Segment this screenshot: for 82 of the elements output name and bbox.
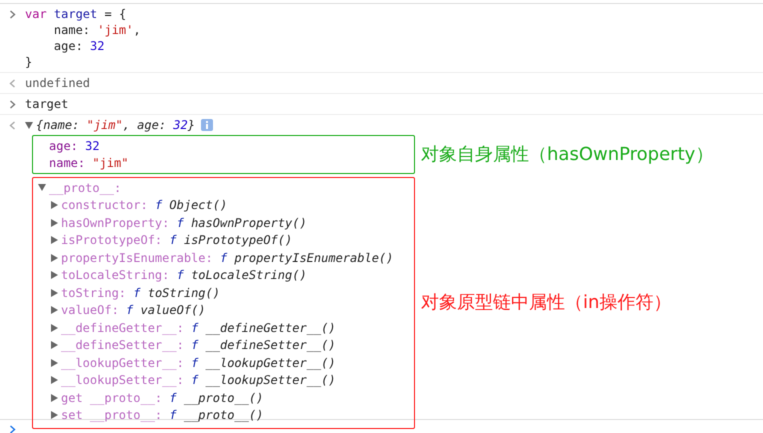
function-mark: f — [154, 198, 162, 212]
code-token: , — [133, 23, 141, 37]
function-mark: f — [220, 250, 228, 265]
property-key: __proto__: — [49, 180, 122, 195]
function-mark: f — [191, 356, 198, 370]
property-value: "jim" — [92, 156, 128, 170]
collapsed-triangle-icon[interactable] — [51, 324, 58, 332]
collapsed-triangle-icon[interactable] — [51, 271, 58, 280]
property-key: age: — [49, 138, 78, 153]
function-mark: f — [176, 216, 184, 230]
code-token: 32 — [173, 118, 188, 132]
expanded-triangle-icon[interactable] — [25, 122, 33, 128]
annotation-label: 对象自身属性（hasOwnProperty） — [421, 142, 714, 166]
property-key: isPrototypeOf: — [61, 233, 162, 248]
function-mark: f — [191, 320, 198, 335]
code-token: = { — [103, 7, 126, 21]
code-token: age: — [52, 39, 84, 53]
code-token: } — [25, 55, 32, 69]
collapsed-triangle-icon[interactable] — [51, 376, 58, 384]
code-token: var — [25, 7, 48, 21]
prompt-chevron-icon — [9, 100, 16, 108]
result-chevron-icon — [9, 120, 16, 130]
function-value: toString() — [148, 286, 220, 300]
code-token: target — [54, 7, 98, 21]
property-value: 32 — [85, 138, 100, 153]
expanded-triangle-icon[interactable] — [38, 184, 46, 192]
code-token: {name: — [36, 118, 80, 132]
collapsed-triangle-icon[interactable] — [51, 218, 58, 227]
property-key: hasOwnProperty: — [61, 216, 170, 230]
prompt-chevron-icon — [9, 424, 16, 433]
collapsed-triangle-icon[interactable] — [51, 288, 58, 297]
function-mark: f — [169, 390, 177, 405]
property-key: toLocaleString: — [61, 268, 170, 282]
collapsed-triangle-icon[interactable] — [51, 201, 58, 210]
function-mark: f — [191, 373, 198, 388]
function-value: __lookupSetter__() — [206, 373, 336, 388]
function-value: __proto__() — [184, 408, 264, 422]
code-token: "jim" — [86, 118, 123, 132]
collapsed-triangle-icon[interactable] — [51, 254, 58, 262]
collapsed-triangle-icon[interactable] — [51, 306, 58, 314]
function-value: __defineGetter__() — [206, 320, 336, 335]
property-key: __defineGetter__: — [61, 320, 184, 335]
property-key: __lookupGetter__: — [61, 356, 184, 370]
prompt-chevron-icon — [9, 10, 16, 18]
function-value: propertyIsEnumerable() — [234, 250, 394, 265]
property-key: set __proto__: — [61, 408, 162, 422]
function-value: hasOwnProperty() — [191, 216, 307, 230]
code-token: name: — [52, 23, 92, 37]
collapsed-triangle-icon[interactable] — [51, 358, 58, 367]
function-mark: f — [191, 338, 198, 352]
function-value: __defineSetter__() — [206, 338, 336, 352]
function-value: toLocaleString() — [191, 268, 307, 282]
function-mark: f — [176, 268, 184, 282]
property-key: valueOf: — [61, 303, 119, 318]
annotation-label: 对象原型链中属性（in操作符） — [421, 290, 672, 314]
code-token: } — [188, 118, 195, 132]
function-value: Object() — [169, 198, 228, 212]
code-token: target — [25, 97, 68, 111]
function-value: isPrototypeOf() — [184, 233, 292, 248]
function-value: valueOf() — [140, 303, 206, 318]
result-text: undefined — [25, 76, 90, 90]
code-token: 32 — [90, 39, 104, 53]
property-key: name: — [49, 156, 86, 170]
collapsed-triangle-icon[interactable] — [51, 341, 58, 350]
function-mark: f — [169, 408, 177, 422]
code-token: 'jim' — [97, 23, 134, 37]
collapsed-triangle-icon[interactable] — [51, 394, 58, 402]
code-token: , age: — [122, 118, 168, 132]
function-value: __lookupGetter__() — [206, 356, 336, 370]
result-chevron-icon — [9, 78, 16, 88]
function-value: __proto__() — [184, 390, 264, 405]
function-mark: f — [126, 303, 134, 318]
collapsed-triangle-icon[interactable] — [51, 411, 58, 420]
property-key: __defineSetter__: — [61, 338, 184, 352]
property-key: propertyIsEnumerable: — [61, 250, 213, 265]
collapsed-triangle-icon[interactable] — [51, 236, 58, 244]
property-key: constructor: — [61, 198, 148, 212]
function-mark: f — [169, 233, 177, 248]
property-key: __lookupSetter__: — [61, 373, 184, 388]
property-key: toString: — [61, 286, 126, 300]
property-key: get __proto__: — [61, 390, 162, 405]
function-mark: f — [133, 286, 140, 300]
